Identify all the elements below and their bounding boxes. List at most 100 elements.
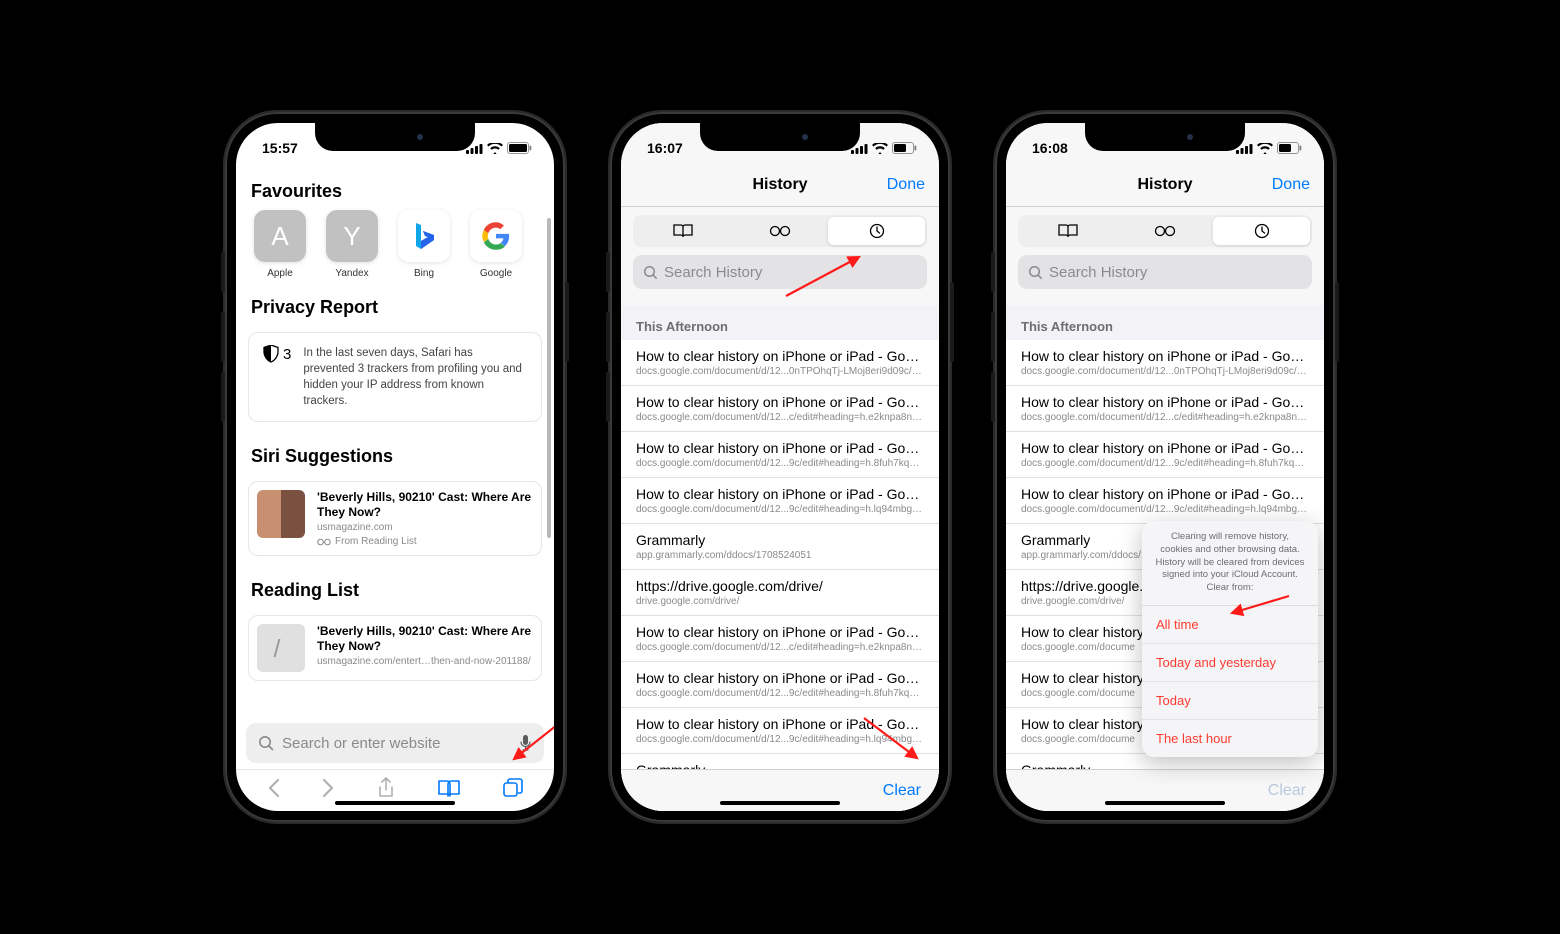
favourite-yandex[interactable]: Y Yandex <box>323 210 381 279</box>
home-indicator[interactable] <box>335 801 455 805</box>
history-item[interactable]: How to clear history on iPhone or iPad -… <box>1006 478 1324 524</box>
reading-list-card[interactable]: 'Beverly Hills, 90210' Cast: Where Are T… <box>248 615 542 681</box>
google-icon <box>470 210 522 262</box>
history-item-title: Grammarly <box>636 532 924 548</box>
history-item-title: How to clear history on iPhone or iPad -… <box>636 394 924 410</box>
history-item[interactable]: https://drive.google.com/drive/drive.goo… <box>621 570 939 616</box>
history-item-url: docs.google.com/document/d/12...0nTPOhqT… <box>1021 366 1309 377</box>
history-item[interactable]: How to clear history on iPhone or iPad -… <box>1006 386 1324 432</box>
favourites-title: Favourites <box>236 163 554 210</box>
battery-icon <box>1277 142 1302 154</box>
done-button[interactable]: Done <box>1272 176 1310 194</box>
segmented-control <box>1018 215 1312 247</box>
search-icon <box>1028 265 1043 280</box>
search-history[interactable]: Search History <box>633 255 927 289</box>
address-bar[interactable]: Search or enter website <box>246 723 544 763</box>
status-time: 16:08 <box>1032 140 1068 156</box>
tab-bookmarks[interactable] <box>635 217 732 245</box>
nav-bar: History Done <box>1006 163 1324 207</box>
history-section-header: This Afternoon <box>1006 305 1324 340</box>
segment-row <box>621 207 939 255</box>
history-item[interactable]: Grammarly app.grammarly.com/ddocs/1708524… <box>621 524 939 570</box>
clear-button[interactable]: Clear <box>883 782 921 800</box>
forward-button[interactable] <box>322 778 335 803</box>
history-item-url: docs.google.com/document/d/12...9c/edit#… <box>636 504 924 515</box>
siri-source: usmagazine.com <box>317 522 533 533</box>
done-button[interactable]: Done <box>887 176 925 194</box>
history-item-url: app.grammarly.com/ddocs/1708524051 <box>636 550 924 561</box>
history-item-title: How to clear history on iPhone or iPad -… <box>1021 486 1309 502</box>
history-item-title: How to clear history on iPhone or iPad -… <box>1021 348 1309 364</box>
tabs-button[interactable] <box>503 778 523 803</box>
privacy-report-card[interactable]: 3 In the last seven days, Safari has pre… <box>248 332 542 422</box>
history-item[interactable]: How to clear history on iPhone or iPad -… <box>621 386 939 432</box>
history-item[interactable]: How to clear history on iPhone or iPad -… <box>621 478 939 524</box>
clear-today-yesterday[interactable]: Today and yesterday <box>1142 644 1318 682</box>
privacy-text: In the last seven days, Safari has preve… <box>303 345 527 409</box>
glasses-icon <box>317 538 331 546</box>
tab-bookmarks[interactable] <box>1020 217 1117 245</box>
history-item[interactable]: How to clear history on iPhone or iPad -… <box>1006 432 1324 478</box>
history-item-url: docs.google.com/document/d/12...c/edit#h… <box>1021 412 1309 423</box>
history-item-title: Grammarly <box>636 762 924 769</box>
favourite-google[interactable]: Google <box>467 210 525 279</box>
favourite-google-label: Google <box>480 268 512 279</box>
clear-all-time[interactable]: All time <box>1142 606 1318 644</box>
siri-headline: 'Beverly Hills, 90210' Cast: Where Are T… <box>317 490 533 519</box>
siri-suggestion-card[interactable]: 'Beverly Hills, 90210' Cast: Where Are T… <box>248 481 542 556</box>
tab-history[interactable] <box>1213 217 1310 245</box>
siri-suggestions-title: Siri Suggestions <box>236 428 554 475</box>
favourite-bing[interactable]: Bing <box>395 210 453 279</box>
history-item[interactable]: How to clear history on iPhone or iPad -… <box>621 662 939 708</box>
home-indicator[interactable] <box>1105 801 1225 805</box>
home-indicator[interactable] <box>720 801 840 805</box>
history-item-url: docs.google.com/document/d/12...c/edit#h… <box>636 412 924 423</box>
segment-row <box>1006 207 1324 255</box>
nav-title: History <box>752 176 807 194</box>
clear-last-hour[interactable]: The last hour <box>1142 720 1318 757</box>
history-item[interactable]: How to clear history on iPhone or iPad -… <box>1006 340 1324 386</box>
reading-list-url: usmagazine.com/entert…then-and-now-20118… <box>317 656 533 667</box>
tab-history[interactable] <box>828 217 925 245</box>
start-page-content: Favourites A Apple Y Yandex Bing <box>236 163 554 711</box>
microphone-icon[interactable] <box>519 734 532 752</box>
book-icon <box>1058 223 1078 239</box>
search-icon <box>258 735 274 751</box>
bing-icon <box>398 210 450 262</box>
bookmarks-button[interactable] <box>437 778 461 803</box>
address-placeholder: Search or enter website <box>282 735 511 752</box>
popover-description: Clearing will remove history, cookies an… <box>1142 521 1318 606</box>
tab-reading-list[interactable] <box>1117 217 1214 245</box>
share-button[interactable] <box>377 777 395 804</box>
reading-list-thumbnail <box>257 624 305 672</box>
shield-icon: 3 <box>263 345 291 363</box>
favourite-yandex-icon: Y <box>326 210 378 262</box>
status-time: 15:57 <box>262 140 298 156</box>
history-item-url: drive.google.com/drive/ <box>636 596 924 607</box>
status-icons <box>1236 142 1302 154</box>
notch <box>315 123 475 151</box>
scroll-indicator[interactable] <box>547 218 551 538</box>
screen-history-clear: 16:08 History Done Search History Th <box>1006 123 1324 811</box>
back-button[interactable] <box>267 778 280 803</box>
phone-mockup-2: 16:07 History Done Search History Th <box>610 112 950 822</box>
notch <box>700 123 860 151</box>
favourite-apple[interactable]: A Apple <box>251 210 309 279</box>
history-item-title: How to clear history on iPhone or iPad -… <box>636 716 924 732</box>
history-item-title: How to clear history on iPhone or iPad -… <box>636 440 924 456</box>
history-item[interactable]: How to clear history on iPhone or iPad -… <box>621 708 939 754</box>
clear-today[interactable]: Today <box>1142 682 1318 720</box>
history-item[interactable]: How to clear history on iPhone or iPad -… <box>621 432 939 478</box>
reading-list-headline: 'Beverly Hills, 90210' Cast: Where Are T… <box>317 624 533 653</box>
search-history[interactable]: Search History <box>1018 255 1312 289</box>
history-list[interactable]: How to clear history on iPhone or iPad -… <box>621 340 939 769</box>
clock-icon <box>1254 223 1270 239</box>
history-item[interactable]: How to clear history on iPhone or iPad -… <box>621 616 939 662</box>
history-item-url: docs.google.com/document/d/12...9c/edit#… <box>636 458 924 469</box>
notch <box>1085 123 1245 151</box>
favourite-apple-icon: A <box>254 210 306 262</box>
tab-reading-list[interactable] <box>732 217 829 245</box>
history-item[interactable]: How to clear history on iPhone or iPad -… <box>621 340 939 386</box>
clear-button[interactable]: Clear <box>1268 782 1306 800</box>
history-item[interactable]: Grammarlyapp.grammarly.com/ddocs/1708524… <box>621 754 939 769</box>
